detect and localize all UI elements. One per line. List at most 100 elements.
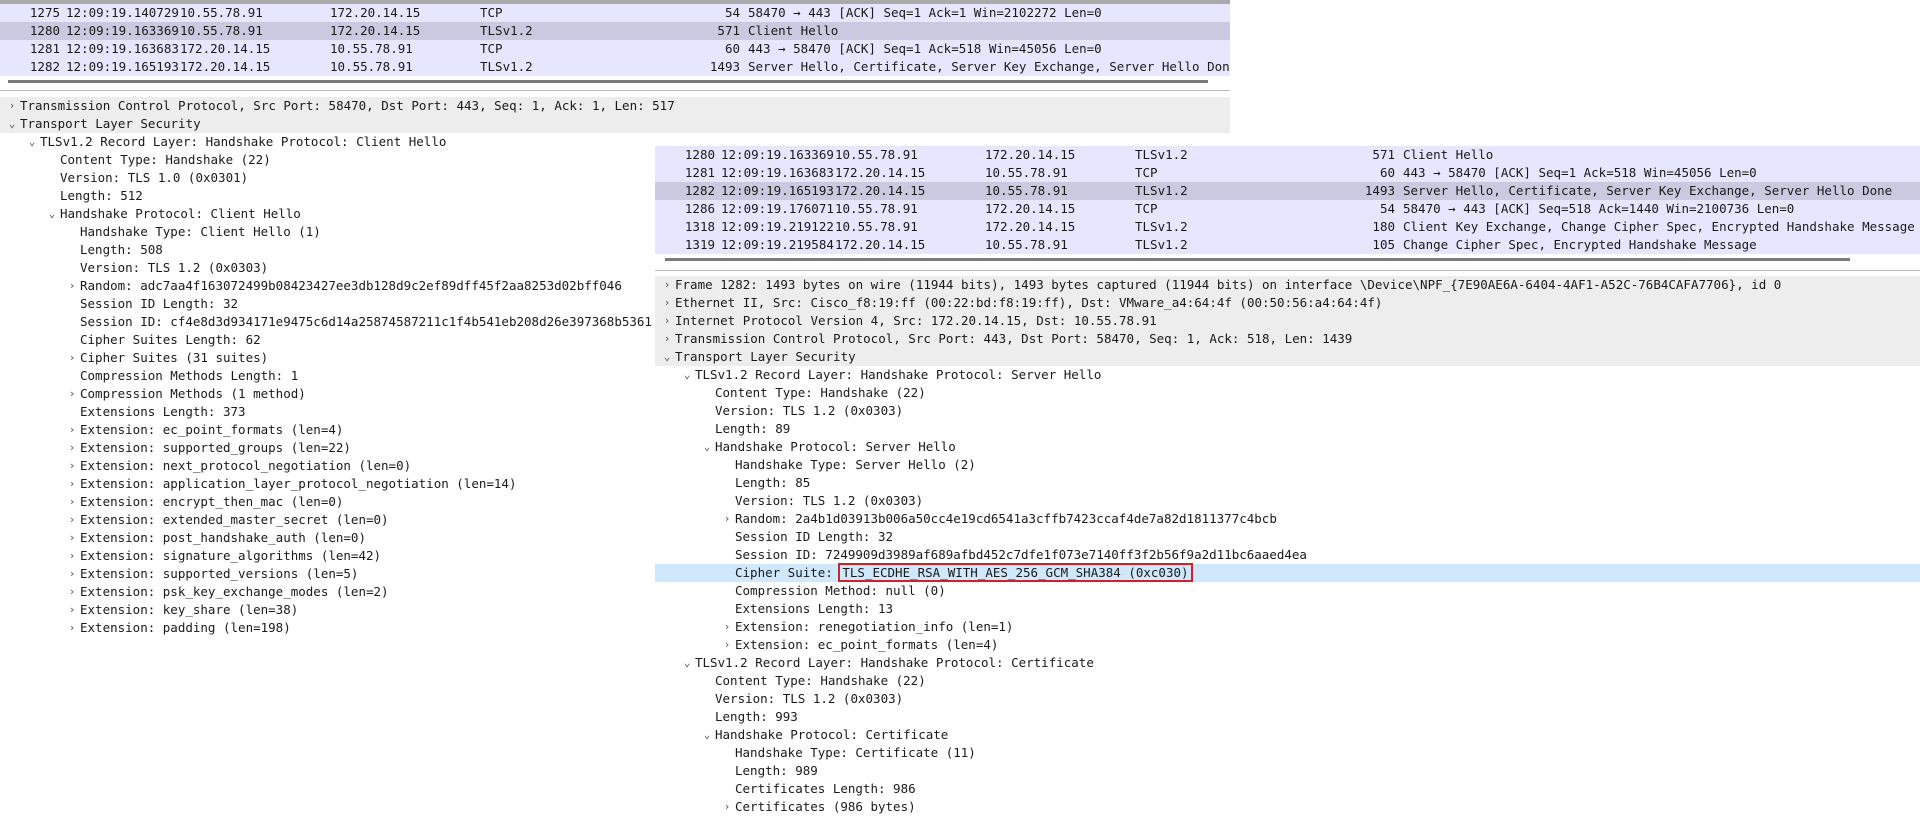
tree-node-text: Session ID: 7249909d3989af689afbd452c7df… <box>735 547 1307 562</box>
left-packet-scrollbar[interactable] <box>8 80 1208 83</box>
packet-dst-cell: 10.55.78.91 <box>985 237 1068 252</box>
packet-row[interactable]: 1281 12:09:19.163683 172.20.14.15 10.55.78.… <box>0 40 1230 58</box>
tree-node[interactable]: Handshake Type: Certificate (11) <box>655 744 1920 762</box>
chevron-right-icon[interactable]: › <box>6 97 18 115</box>
tree-node[interactable]: › Transmission Control Protocol, Src Port… <box>0 97 1230 115</box>
chevron-right-icon[interactable]: › <box>721 798 733 816</box>
tree-node[interactable]: › Random: 2a4b1d03913b006a50cc4e19cd6541a… <box>655 510 1920 528</box>
tree-node[interactable]: › Ethernet II, Src: Cisco_f8:19:ff (00:22… <box>655 294 1920 312</box>
tree-node-text: Extension: renegotiation_info (len=1) <box>735 619 1014 634</box>
chevron-down-icon[interactable]: ⌄ <box>26 133 38 151</box>
chevron-right-icon[interactable]: › <box>66 277 78 295</box>
chevron-down-icon[interactable]: ⌄ <box>681 366 693 384</box>
tree-node[interactable]: › Extension: ec_point_formats (len=4) <box>655 636 1920 654</box>
right-packet-scrollbar[interactable] <box>665 258 1850 261</box>
chevron-right-icon[interactable]: › <box>66 349 78 367</box>
packet-src-cell: 10.55.78.91 <box>835 147 918 162</box>
chevron-right-icon[interactable]: › <box>66 457 78 475</box>
tree-node-text: TLSv1.2 Record Layer: Handshake Protocol… <box>695 367 1102 382</box>
chevron-down-icon[interactable]: ⌄ <box>6 115 18 133</box>
packet-row[interactable]: 1281 12:09:19.163683 172.20.14.15 10.55.78.… <box>655 164 1920 182</box>
tree-node[interactable]: Length: 89 <box>655 420 1920 438</box>
chevron-down-icon[interactable]: ⌄ <box>701 438 713 456</box>
packet-dst-cell: 10.55.78.91 <box>985 183 1068 198</box>
packet-row[interactable]: 1282 12:09:19.165193 172.20.14.15 10.55.78.… <box>0 58 1230 76</box>
tree-node[interactable]: › Internet Protocol Version 4, Src: 172.2… <box>655 312 1920 330</box>
tree-node[interactable]: Content Type: Handshake (22) <box>655 672 1920 690</box>
chevron-right-icon[interactable]: › <box>66 583 78 601</box>
tree-node[interactable]: ⌄ Handshake Protocol: Certificate <box>655 726 1920 744</box>
chevron-right-icon[interactable]: › <box>66 565 78 583</box>
tree-node[interactable]: › Transmission Control Protocol, Src Port… <box>655 330 1920 348</box>
tree-node[interactable]: Handshake Type: Server Hello (2) <box>655 456 1920 474</box>
chevron-right-icon[interactable]: › <box>66 547 78 565</box>
tree-node-label: Extension: key_share (len=38) <box>80 601 298 619</box>
chevron-right-icon[interactable]: › <box>66 601 78 619</box>
packet-dst-cell: 10.55.78.91 <box>330 41 413 56</box>
tree-node[interactable]: Version: TLS 1.2 (0x0303) <box>655 492 1920 510</box>
tree-node[interactable]: ⌄ Transport Layer Security <box>655 348 1920 366</box>
chevron-right-icon[interactable]: › <box>721 510 733 528</box>
tree-node[interactable]: ⌄ TLSv1.2 Record Layer: Handshake Protoco… <box>655 654 1920 672</box>
chevron-right-icon[interactable]: › <box>66 475 78 493</box>
tree-node[interactable]: Version: TLS 1.2 (0x0303) <box>655 402 1920 420</box>
tree-node-label: Version: TLS 1.0 (0x0301) <box>60 169 248 187</box>
chevron-right-icon[interactable]: › <box>66 385 78 403</box>
tree-node-text: Extensions Length: 373 <box>80 404 246 419</box>
tree-node[interactable]: › Certificates (986 bytes) <box>655 798 1920 816</box>
tree-node-text: Cipher Suites (31 suites) <box>80 350 269 365</box>
packet-row[interactable]: 1319 12:09:19.219584 172.20.14.15 10.55.78.… <box>655 236 1920 254</box>
tree-node-text: Internet Protocol Version 4, Src: 172.20… <box>675 313 1157 328</box>
right-packet-list[interactable]: 1280 12:09:19.163369 10.55.78.91 172.20.14.… <box>655 146 1920 254</box>
tree-node[interactable]: Certificates Length: 986 <box>655 780 1920 798</box>
tree-node[interactable]: Cipher Suite: TLS_ECDHE_RSA_WITH_AES_256… <box>655 563 1920 582</box>
left-packet-list[interactable]: 1275 12:09:19.140729 10.55.78.91 172.20.14.… <box>0 4 1230 76</box>
chevron-down-icon[interactable]: ⌄ <box>701 726 713 744</box>
chevron-right-icon[interactable]: › <box>66 511 78 529</box>
chevron-right-icon[interactable]: › <box>66 529 78 547</box>
chevron-right-icon[interactable]: › <box>721 636 733 654</box>
tree-node[interactable]: ⌄ Handshake Protocol: Server Hello <box>655 438 1920 456</box>
tree-node[interactable]: ⌄ Transport Layer Security <box>0 115 1230 133</box>
tree-node-label: Extensions Length: 373 <box>80 403 246 421</box>
tree-node[interactable]: Content Type: Handshake (22) <box>655 384 1920 402</box>
tree-node[interactable]: Length: 993 <box>655 708 1920 726</box>
chevron-right-icon[interactable]: › <box>66 439 78 457</box>
packet-row[interactable]: 1275 12:09:19.140729 10.55.78.91 172.20.14.… <box>0 4 1230 22</box>
tree-node[interactable]: Extensions Length: 13 <box>655 600 1920 618</box>
packet-row[interactable]: 1282 12:09:19.165193 172.20.14.15 10.55.78.… <box>655 182 1920 200</box>
chevron-right-icon[interactable]: › <box>661 294 673 312</box>
right-pane-divider[interactable] <box>655 270 1920 271</box>
tree-node[interactable]: › Frame 1282: 1493 bytes on wire (11944 b… <box>655 276 1920 294</box>
packet-len-cell: 60 <box>1379 165 1395 180</box>
tree-node[interactable]: ⌄ TLSv1.2 Record Layer: Handshake Protoco… <box>655 366 1920 384</box>
chevron-right-icon[interactable]: › <box>66 619 78 637</box>
chevron-right-icon[interactable]: › <box>721 618 733 636</box>
tree-node-text: Compression Method: null (0) <box>735 583 946 598</box>
left-pane-divider[interactable] <box>0 90 1230 91</box>
packet-row[interactable]: 1286 12:09:19.176071 10.55.78.91 172.20.14.… <box>655 200 1920 218</box>
tree-node[interactable]: Session ID Length: 32 <box>655 528 1920 546</box>
chevron-down-icon[interactable]: ⌄ <box>661 348 673 366</box>
chevron-right-icon[interactable]: › <box>661 276 673 294</box>
tree-node-text: Handshake Type: Server Hello (2) <box>735 457 976 472</box>
packet-no-cell: 1282 <box>29 59 60 74</box>
tree-node[interactable]: Length: 85 <box>655 474 1920 492</box>
packet-row[interactable]: 1318 12:09:19.219122 10.55.78.91 172.20.14.… <box>655 218 1920 236</box>
tree-node-text: Session ID Length: 32 <box>80 296 239 311</box>
chevron-right-icon[interactable]: › <box>661 312 673 330</box>
tree-node[interactable]: › Extension: renegotiation_info (len=1) <box>655 618 1920 636</box>
tree-node[interactable]: Length: 989 <box>655 762 1920 780</box>
chevron-down-icon[interactable]: ⌄ <box>681 654 693 672</box>
chevron-right-icon[interactable]: › <box>66 421 78 439</box>
packet-row[interactable]: 1280 12:09:19.163369 10.55.78.91 172.20.14.… <box>655 146 1920 164</box>
tree-node[interactable]: Version: TLS 1.2 (0x0303) <box>655 690 1920 708</box>
packet-row[interactable]: 1280 12:09:19.163369 10.55.78.91 172.20.14.… <box>0 22 1230 40</box>
chevron-right-icon[interactable]: › <box>66 493 78 511</box>
packet-no-cell: 1281 <box>29 41 60 56</box>
right-packet-details[interactable]: › Frame 1282: 1493 bytes on wire (11944 b… <box>655 276 1920 836</box>
tree-node[interactable]: Session ID: 7249909d3989af689afbd452c7df… <box>655 546 1920 564</box>
chevron-down-icon[interactable]: ⌄ <box>46 205 58 223</box>
tree-node[interactable]: Compression Method: null (0) <box>655 582 1920 600</box>
chevron-right-icon[interactable]: › <box>661 330 673 348</box>
